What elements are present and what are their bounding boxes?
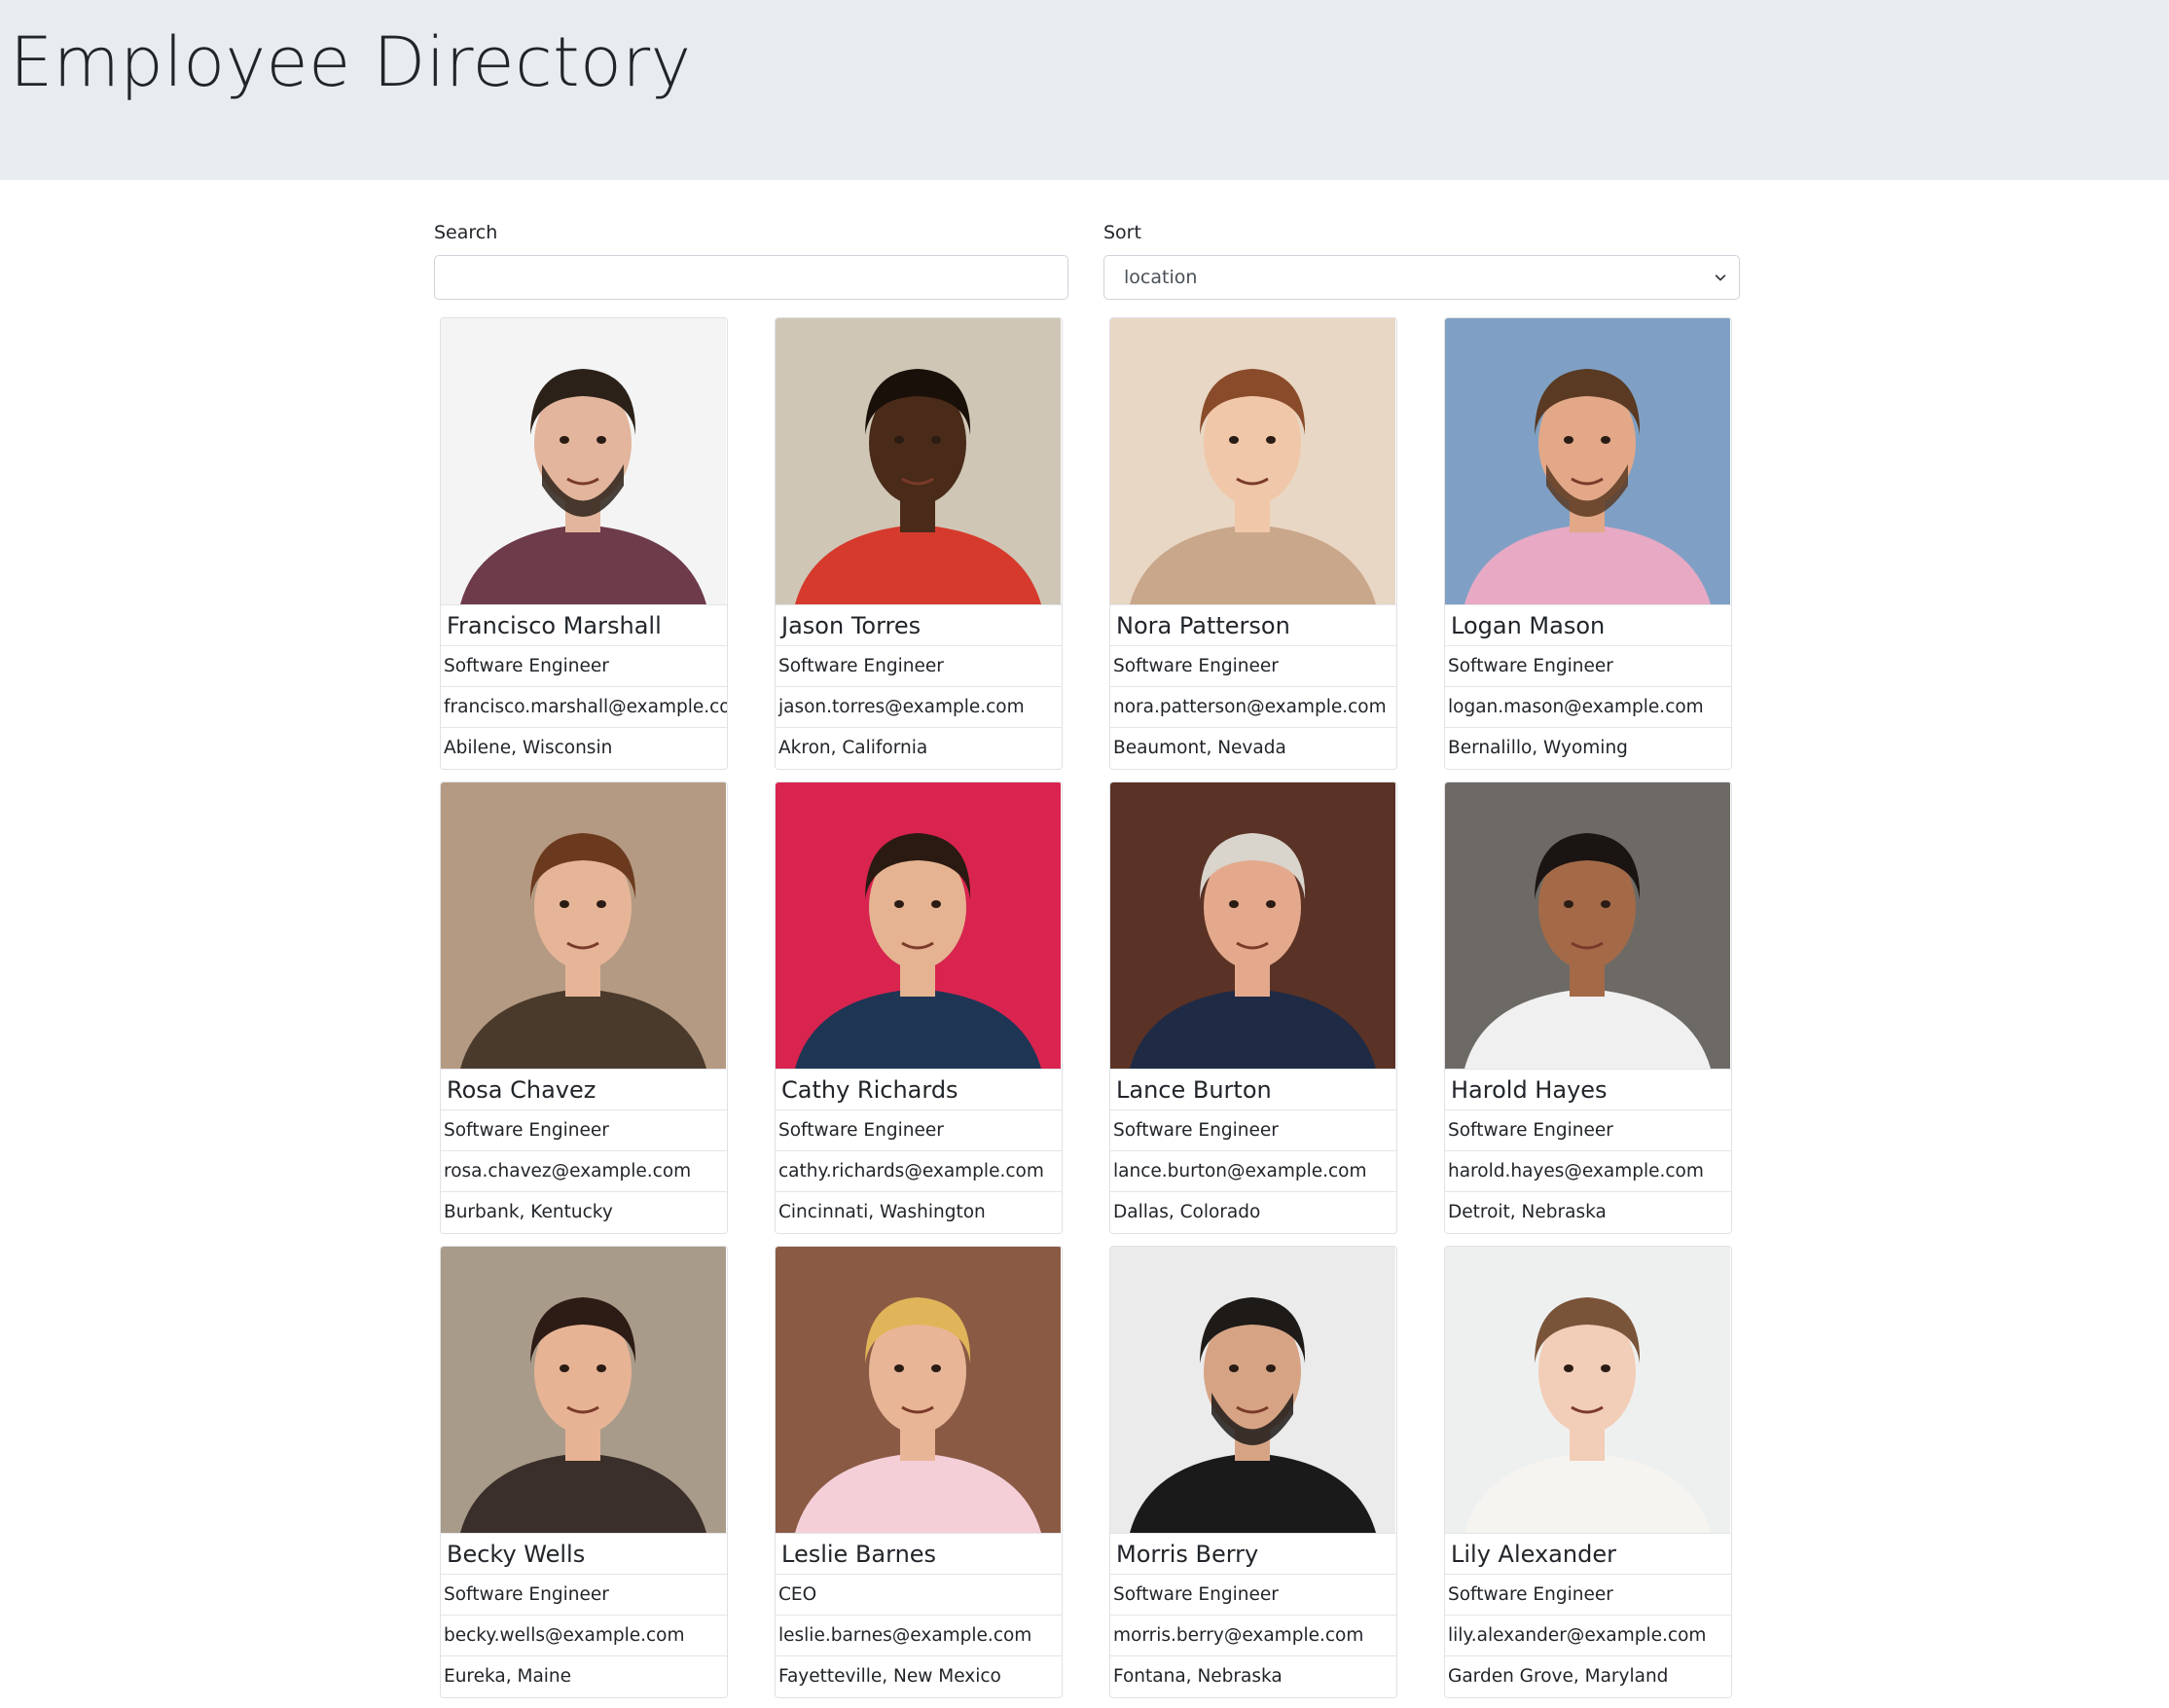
- employee-name: Harold Hayes: [1445, 1069, 1731, 1109]
- employee-name: Leslie Barnes: [776, 1533, 1062, 1574]
- employee-email: becky.wells@example.com: [441, 1615, 727, 1655]
- employee-name: Lance Burton: [1110, 1069, 1396, 1109]
- employee-location: Fayetteville, New Mexico: [776, 1655, 1062, 1696]
- employee-photo: [1110, 1247, 1395, 1533]
- employee-email: leslie.barnes@example.com: [776, 1615, 1062, 1655]
- employee-card: Lance Burton Software Engineer lance.burto…: [1109, 781, 1397, 1234]
- employee-location: Dallas, Colorado: [1110, 1191, 1396, 1232]
- employee-name: Rosa Chavez: [441, 1069, 727, 1109]
- employee-title: Software Engineer: [441, 1109, 727, 1150]
- employee-name: Cathy Richards: [776, 1069, 1062, 1109]
- employee-title: Software Engineer: [1110, 1109, 1396, 1150]
- employee-location: Bernalillo, Wyoming: [1445, 727, 1731, 768]
- employee-email: francisco.marshall@example.com: [441, 686, 727, 727]
- employee-card: Leslie Barnes CEO leslie.barnes@example.co…: [775, 1246, 1063, 1698]
- employee-title: Software Engineer: [776, 645, 1062, 686]
- employee-email: cathy.richards@example.com: [776, 1150, 1062, 1191]
- employee-card: Lily Alexander Software Engineer lily.alex…: [1444, 1246, 1732, 1698]
- employee-photo: [1110, 782, 1395, 1069]
- employee-title: Software Engineer: [441, 645, 727, 686]
- chevron-down-icon: [1715, 274, 1726, 281]
- employee-location: Abilene, Wisconsin: [441, 727, 727, 768]
- employee-title: Software Engineer: [776, 1109, 1062, 1150]
- employee-card: Harold Hayes Software Engineer harold.haye…: [1444, 781, 1732, 1234]
- controls-row: Search Sort location: [434, 220, 1740, 300]
- employee-photo: [1110, 318, 1395, 604]
- employee-title: CEO: [776, 1574, 1062, 1615]
- search-input[interactable]: [434, 255, 1068, 300]
- employee-name: Lily Alexander: [1445, 1533, 1731, 1574]
- employee-photo: [1445, 782, 1730, 1069]
- employee-email: rosa.chavez@example.com: [441, 1150, 727, 1191]
- employee-card: Logan Mason Software Engineer logan.mason@…: [1444, 317, 1732, 770]
- employee-title: Software Engineer: [1445, 645, 1731, 686]
- employee-email: lily.alexander@example.com: [1445, 1615, 1731, 1655]
- employee-photo: [776, 782, 1061, 1069]
- sort-label: Sort: [1103, 222, 1141, 243]
- sort-selected-value: location: [1124, 267, 1198, 288]
- employee-email: lance.burton@example.com: [1110, 1150, 1396, 1191]
- employee-photo: [441, 782, 726, 1069]
- employee-title: Software Engineer: [1445, 1109, 1731, 1150]
- employee-name: Morris Berry: [1110, 1533, 1396, 1574]
- employee-title: Software Engineer: [1110, 645, 1396, 686]
- employee-email: jason.torres@example.com: [776, 686, 1062, 727]
- employee-card: Nora Patterson Software Engineer nora.patt…: [1109, 317, 1397, 770]
- employee-grid: Francisco Marshall Software Engineer franc…: [440, 317, 1734, 1699]
- employee-name: Francisco Marshall: [441, 604, 727, 645]
- employee-photo: [1445, 1247, 1730, 1533]
- employee-name: Jason Torres: [776, 604, 1062, 645]
- employee-location: Garden Grove, Maryland: [1445, 1655, 1731, 1696]
- employee-location: Detroit, Nebraska: [1445, 1191, 1731, 1232]
- employee-photo: [776, 318, 1061, 604]
- employee-card: Cathy Richards Software Engineer cathy.ric…: [775, 781, 1063, 1234]
- employee-card: Jason Torres Software Engineer jason.torre…: [775, 317, 1063, 770]
- header-banner: Employee Directory: [0, 0, 2169, 180]
- employee-location: Fontana, Nebraska: [1110, 1655, 1396, 1696]
- employee-location: Burbank, Kentucky: [441, 1191, 727, 1232]
- employee-email: morris.berry@example.com: [1110, 1615, 1396, 1655]
- employee-name: Nora Patterson: [1110, 604, 1396, 645]
- search-label: Search: [434, 222, 498, 243]
- employee-name: Becky Wells: [441, 1533, 727, 1574]
- page-title: Employee Directory: [10, 22, 692, 102]
- employee-card: Rosa Chavez Software Engineer rosa.chavez@…: [440, 781, 728, 1234]
- employee-card: Morris Berry Software Engineer morris.berr…: [1109, 1246, 1397, 1698]
- employee-location: Akron, California: [776, 727, 1062, 768]
- sort-select[interactable]: location: [1103, 255, 1740, 300]
- employee-name: Logan Mason: [1445, 604, 1731, 645]
- employee-email: logan.mason@example.com: [1445, 686, 1731, 727]
- employee-photo: [441, 1247, 726, 1533]
- employee-photo: [441, 318, 726, 604]
- employee-email: nora.patterson@example.com: [1110, 686, 1396, 727]
- employee-location: Eureka, Maine: [441, 1655, 727, 1696]
- employee-title: Software Engineer: [1445, 1574, 1731, 1615]
- employee-location: Cincinnati, Washington: [776, 1191, 1062, 1232]
- employee-title: Software Engineer: [1110, 1574, 1396, 1615]
- employee-card: Francisco Marshall Software Engineer franc…: [440, 317, 728, 770]
- employee-card: Becky Wells Software Engineer becky.wells@…: [440, 1246, 728, 1698]
- employee-location: Beaumont, Nevada: [1110, 727, 1396, 768]
- employee-title: Software Engineer: [441, 1574, 727, 1615]
- employee-photo: [776, 1247, 1061, 1533]
- employee-email: harold.hayes@example.com: [1445, 1150, 1731, 1191]
- employee-photo: [1445, 318, 1730, 604]
